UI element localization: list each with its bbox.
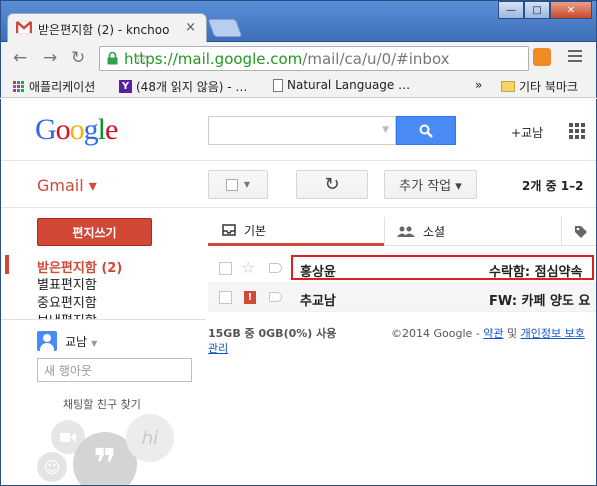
divider (1, 207, 596, 208)
chevron-down-icon: ▼ (91, 339, 98, 348)
message-sender: 추교남 (300, 294, 336, 309)
selection-highlight-box (291, 255, 594, 280)
reload-icon[interactable]: ↻ (71, 48, 85, 68)
star-icon[interactable]: ☆ (241, 258, 255, 277)
search-button[interactable] (396, 116, 456, 145)
bookmark-yahoo[interactable]: Y (48개 읽지 않음) - … (119, 78, 247, 95)
logo-letter: l (97, 113, 106, 146)
chevron-down-icon: ▼ (243, 180, 251, 189)
logo-letter: o (69, 113, 85, 146)
inbox-icon (222, 224, 236, 236)
bookmark-natural-language[interactable]: Natural Language … (273, 78, 410, 92)
bookmark-star-icon[interactable]: ☆ (133, 48, 522, 69)
yahoo-icon: Y (119, 80, 132, 93)
address-bar[interactable]: https://mail.google.com/mail/ca/u/0/#inb… (99, 46, 529, 71)
bookmark-apps[interactable]: 애플리케이션 (13, 78, 95, 95)
search-input[interactable]: ▼ (208, 116, 396, 145)
manage-storage-link[interactable]: 관리 (208, 342, 228, 355)
page-count: 2개 중 1–2 (522, 179, 584, 193)
browser-tab[interactable]: 받은편지함 (2) - knchoo × (7, 13, 207, 43)
sidebar-item-important[interactable]: 중요편지함 (37, 292, 97, 311)
message-checkbox[interactable] (219, 262, 232, 275)
tag-icon (575, 225, 587, 238)
page-icon (273, 78, 283, 92)
tab-label: 소셜 (423, 225, 446, 239)
smiley-bubble-icon: ☺ (37, 452, 67, 482)
logo-letter: e (105, 113, 118, 146)
more-actions-label: 추가 작업 ▾ (399, 179, 462, 194)
logo-letter: g (83, 113, 99, 146)
browser-titlebar: 받은편지함 (2) - knchoo × — □ ✕ (0, 0, 597, 43)
browser-toolbar: ← → ↻ https://mail.google.com/mail/ca/u/… (0, 42, 597, 74)
avatar[interactable] (37, 331, 57, 351)
legal-footer: ©2014 Google - 약관 및 개인정보 보호 (391, 326, 591, 341)
maximize-button[interactable]: □ (524, 1, 550, 19)
gmail-favicon-icon (16, 21, 32, 34)
back-arrow-icon[interactable]: ← (13, 48, 27, 68)
storage-info: 15GB 중 0GB(0%) 사용 관리 (208, 326, 348, 356)
new-hangout-input[interactable]: 새 행아웃 (37, 358, 192, 382)
window-controls: — □ ✕ (498, 1, 592, 19)
close-window-button[interactable]: ✕ (550, 1, 592, 19)
tab-label: 기본 (244, 223, 267, 238)
refresh-icon: ↻ (324, 174, 340, 195)
lock-icon (107, 52, 118, 65)
search-options-icon[interactable]: ▼ (382, 125, 389, 135)
important-marker-icon[interactable] (269, 292, 282, 302)
tab-title: 받은편지함 (2) - knchoo (38, 23, 170, 37)
bookmark-label: Natural Language … (287, 78, 411, 92)
hi-bubble-icon: hi (126, 414, 174, 462)
compose-button[interactable]: 편지쓰기 (37, 218, 152, 246)
forward-arrow-icon[interactable]: → (43, 48, 57, 68)
priority-exclamation-icon: ! (244, 291, 256, 304)
important-marker-icon[interactable] (269, 263, 282, 273)
chat-user-name[interactable]: 교남 ▼ (65, 333, 97, 350)
refresh-button[interactable]: ↻ (296, 170, 368, 199)
tab-social[interactable]: 소셜 (385, 217, 561, 246)
logo-letter: o (55, 113, 71, 146)
tab-close-icon[interactable]: × (185, 20, 196, 35)
bookmark-other[interactable]: 기타 북마크 (501, 78, 578, 95)
people-icon (397, 226, 415, 237)
and-text: 및 (503, 327, 521, 340)
tab-primary[interactable]: 기본 (208, 217, 384, 246)
bookmark-label: 기타 북마크 (519, 80, 579, 94)
google-apps-icon[interactable] (569, 123, 585, 139)
minimize-button[interactable]: — (498, 1, 524, 19)
message-subject: FW: 카페 양도 요 (489, 294, 591, 309)
more-actions-button[interactable]: 추가 작업 ▾ (384, 170, 477, 199)
message-row[interactable]: ! 추교남 FW: 카페 양도 요 (208, 283, 596, 312)
search-icon (419, 124, 433, 138)
active-indicator (5, 255, 9, 274)
google-logo[interactable]: Google (35, 113, 118, 147)
divider (1, 160, 596, 161)
bookmarks-bar: 애플리케이션 Y (48개 읽지 않음) - … Natural Languag… (0, 74, 597, 98)
copyright-text: ©2014 Google - (391, 327, 484, 340)
sidebar-item-starred[interactable]: 별표편지함 (37, 274, 97, 293)
apps-icon (13, 80, 25, 93)
find-friends-text: 채팅할 친구 찾기 (63, 398, 141, 411)
gmail-menu[interactable]: Gmail ▾ (37, 176, 97, 195)
privacy-link[interactable]: 개인정보 보호 (521, 327, 585, 340)
more-icon: » (475, 78, 483, 92)
chrome-menu-icon[interactable] (568, 50, 582, 65)
select-checkbox-button[interactable]: ▼ (208, 170, 268, 199)
google-plus-user-link[interactable]: +교남 (511, 124, 543, 141)
logo-letter: G (35, 113, 57, 146)
folder-icon (501, 81, 515, 92)
new-tab-button[interactable] (207, 19, 243, 37)
bookmark-more[interactable]: » (475, 78, 482, 92)
inbox-tabs: 기본 소셜 (208, 217, 596, 246)
checkbox-icon (225, 178, 238, 191)
storage-usage: 15GB 중 0GB(0%) 사용 (208, 327, 337, 340)
rss-extension-icon[interactable] (533, 48, 551, 66)
chat-panel: 교남 ▼ 새 행아웃 채팅할 친구 찾기 ❞ hi ☺ (1, 319, 206, 485)
gmail-page: Google ▼ +교남 Gmail ▾ ▼ ↻ 추가 작업 ▾ 2개 중 1–… (0, 99, 597, 486)
message-checkbox[interactable] (219, 291, 232, 304)
bookmark-label: (48개 읽지 않음) - … (136, 80, 248, 94)
terms-link[interactable]: 약관 (483, 327, 503, 340)
tab-promotions[interactable] (562, 217, 596, 246)
bookmark-label: 애플리케이션 (29, 80, 96, 94)
